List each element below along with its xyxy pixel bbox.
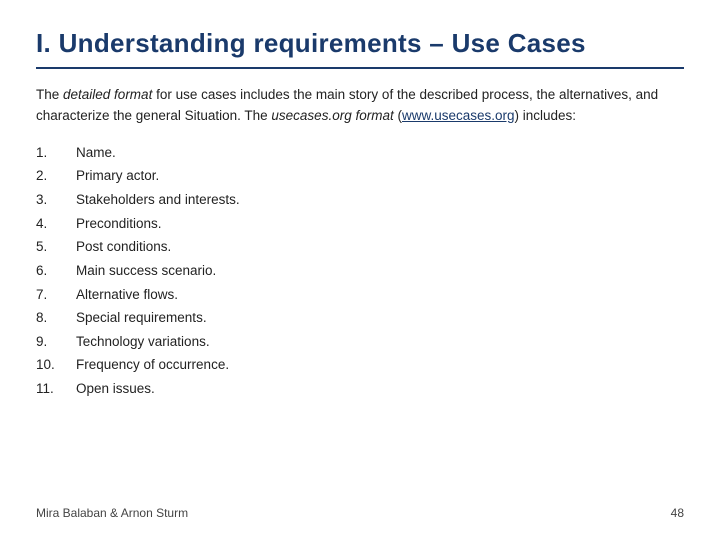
page-number: 48 — [671, 506, 684, 520]
list-item: Frequency of occurrence. — [76, 353, 684, 377]
list-number: 8. — [36, 306, 76, 330]
list-item: Technology variations. — [76, 330, 684, 354]
list-item: Open issues. — [76, 377, 684, 401]
list-item: Stakeholders and interests. — [76, 188, 684, 212]
list-item: Name. — [76, 141, 684, 165]
list-item: Special requirements. — [76, 306, 684, 330]
list-number: 6. — [36, 259, 76, 283]
list-item: Alternative flows. — [76, 283, 684, 307]
intro-paragraph: The detailed format for use cases includ… — [36, 85, 684, 127]
list-item: Main success scenario. — [76, 259, 684, 283]
list-number: 1. — [36, 141, 76, 165]
list-number: 2. — [36, 164, 76, 188]
list-number: 11. — [36, 377, 76, 401]
list-number: 3. — [36, 188, 76, 212]
slide: I. Understanding requirements – Use Case… — [0, 0, 720, 540]
list-number: 5. — [36, 235, 76, 259]
main-content: The detailed format for use cases includ… — [36, 85, 684, 496]
page-title: I. Understanding requirements – Use Case… — [36, 28, 684, 59]
list-number: 7. — [36, 283, 76, 307]
list-number: 10. — [36, 353, 76, 377]
list-number: 4. — [36, 212, 76, 236]
list-item: Primary actor. — [76, 164, 684, 188]
slide-footer: Mira Balaban & Arnon Sturm 48 — [36, 496, 684, 520]
usecases-link[interactable]: www.usecases.org — [402, 108, 515, 123]
italic-usecases-format: usecases.org format — [271, 108, 393, 123]
italic-detailed-format: detailed format — [63, 87, 152, 102]
authors-label: Mira Balaban & Arnon Sturm — [36, 506, 188, 520]
list-item: Preconditions. — [76, 212, 684, 236]
list-number: 9. — [36, 330, 76, 354]
title-area: I. Understanding requirements – Use Case… — [36, 28, 684, 69]
use-case-list: 1.Name.2.Primary actor.3.Stakeholders an… — [36, 141, 684, 401]
list-item: Post conditions. — [76, 235, 684, 259]
